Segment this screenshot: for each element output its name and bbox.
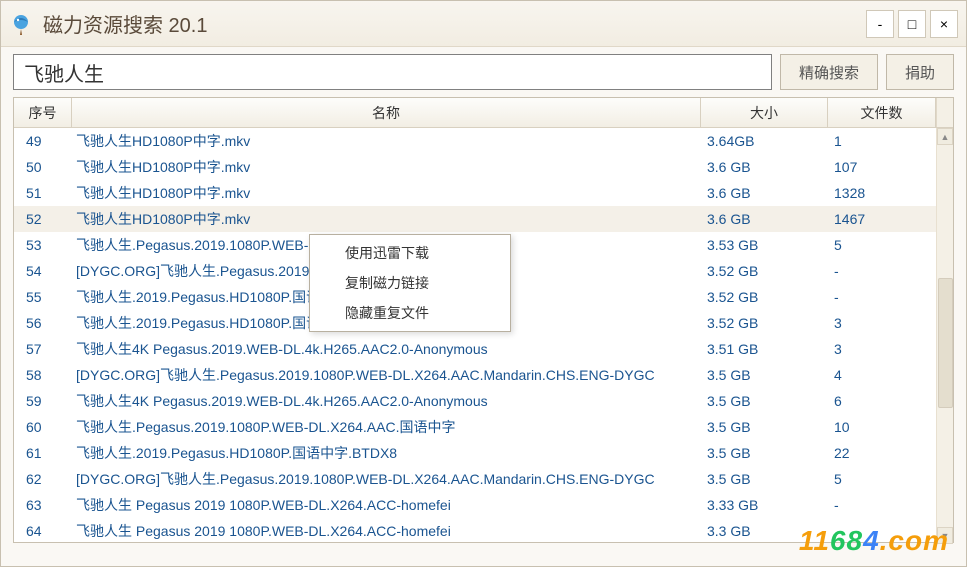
table-row[interactable]: 63飞驰人生 Pegasus 2019 1080P.WEB-DL.X264.AC… — [14, 492, 953, 518]
cell-name: 飞驰人生HD1080P中字.mkv — [72, 157, 701, 177]
table-row[interactable]: 50飞驰人生HD1080P中字.mkv3.6 GB107 — [14, 154, 953, 180]
cell-size: 3.6 GB — [701, 185, 828, 201]
cell-size: 3.51 GB — [701, 341, 828, 357]
menu-hide-duplicates[interactable]: 隐藏重复文件 — [313, 298, 507, 328]
cell-index: 62 — [14, 471, 72, 487]
titlebar[interactable]: 磁力资源搜索 20.1 - □ × — [1, 1, 966, 47]
cell-size: 3.52 GB — [701, 315, 828, 331]
cell-count: - — [828, 263, 936, 279]
cell-name: 飞驰人生HD1080P中字.mkv — [72, 209, 701, 229]
col-header-size[interactable]: 大小 — [701, 98, 828, 127]
cell-size: 3.5 GB — [701, 445, 828, 461]
context-menu: 使用迅雷下载 复制磁力链接 隐藏重复文件 — [309, 234, 511, 332]
cell-name: 飞驰人生.Pegasus.2019.1080P.WEB-DL.X264.AAC.… — [72, 417, 701, 437]
cell-count: 1 — [828, 133, 936, 149]
table-row[interactable]: 51飞驰人生HD1080P中字.mkv3.6 GB1328 — [14, 180, 953, 206]
minimize-button[interactable]: - — [866, 10, 894, 38]
cell-index: 63 — [14, 497, 72, 513]
menu-download-thunder[interactable]: 使用迅雷下载 — [313, 238, 507, 268]
cell-size: 3.5 GB — [701, 419, 828, 435]
search-input[interactable] — [13, 54, 772, 90]
cell-count: 5 — [828, 471, 936, 487]
cell-index: 54 — [14, 263, 72, 279]
table-row[interactable]: 60飞驰人生.Pegasus.2019.1080P.WEB-DL.X264.AA… — [14, 414, 953, 440]
col-header-name[interactable]: 名称 — [72, 98, 701, 127]
app-icon — [9, 12, 33, 36]
menu-copy-magnet[interactable]: 复制磁力链接 — [313, 268, 507, 298]
cell-name: 飞驰人生4K Pegasus.2019.WEB-DL.4k.H265.AAC2.… — [72, 339, 701, 359]
cell-size: 3.5 GB — [701, 471, 828, 487]
table-row[interactable]: 58[DYGC.ORG]飞驰人生.Pegasus.2019.1080P.WEB-… — [14, 362, 953, 388]
table-row[interactable]: 52飞驰人生HD1080P中字.mkv3.6 GB1467 — [14, 206, 953, 232]
cell-size: 3.52 GB — [701, 263, 828, 279]
cell-count: - — [828, 289, 936, 305]
cell-count: - — [828, 497, 936, 513]
cell-index: 58 — [14, 367, 72, 383]
cell-name: 飞驰人生4K Pegasus.2019.WEB-DL.4k.H265.AAC2.… — [72, 391, 701, 411]
table-row[interactable]: 61飞驰人生.2019.Pegasus.HD1080P.国语中字.BTDX83.… — [14, 440, 953, 466]
cell-size: 3.6 GB — [701, 211, 828, 227]
cell-size: 3.52 GB — [701, 289, 828, 305]
cell-name: 飞驰人生 Pegasus 2019 1080P.WEB-DL.X264.ACC-… — [72, 495, 701, 515]
table-row[interactable]: 57飞驰人生4K Pegasus.2019.WEB-DL.4k.H265.AAC… — [14, 336, 953, 362]
window-title: 磁力资源搜索 20.1 — [43, 9, 866, 38]
cell-size: 3.33 GB — [701, 497, 828, 513]
cell-count: 4 — [828, 367, 936, 383]
cell-index: 56 — [14, 315, 72, 331]
watermark: 11684.com — [799, 525, 949, 557]
cell-count: 3 — [828, 315, 936, 331]
table-header: 序号 名称 大小 文件数 — [14, 98, 953, 128]
cell-name: [DYGC.ORG]飞驰人生.Pegasus.2019.1080P.WEB-DL… — [72, 469, 701, 489]
vertical-scrollbar[interactable]: ▲ ▼ — [936, 128, 953, 544]
col-header-count[interactable]: 文件数 — [828, 98, 936, 127]
cell-index: 49 — [14, 133, 72, 149]
cell-name: 飞驰人生HD1080P中字.mkv — [72, 183, 701, 203]
donate-button[interactable]: 捐助 — [886, 54, 954, 90]
table-row[interactable]: 59飞驰人生4K Pegasus.2019.WEB-DL.4k.H265.AAC… — [14, 388, 953, 414]
table-row[interactable]: 49飞驰人生HD1080P中字.mkv3.64GB1 — [14, 128, 953, 154]
col-header-index[interactable]: 序号 — [14, 98, 72, 127]
cell-index: 50 — [14, 159, 72, 175]
exact-search-button[interactable]: 精确搜索 — [780, 54, 878, 90]
cell-index: 59 — [14, 393, 72, 409]
cell-count: 1328 — [828, 185, 936, 201]
cell-name: 飞驰人生 Pegasus 2019 1080P.WEB-DL.X264.ACC-… — [72, 521, 701, 541]
cell-index: 57 — [14, 341, 72, 357]
cell-count: 107 — [828, 159, 936, 175]
close-button[interactable]: × — [930, 10, 958, 38]
cell-index: 55 — [14, 289, 72, 305]
cell-name: 飞驰人生.2019.Pegasus.HD1080P.国语中字.BTDX8 — [72, 443, 701, 463]
cell-index: 64 — [14, 523, 72, 539]
cell-count: 10 — [828, 419, 936, 435]
cell-count: 5 — [828, 237, 936, 253]
cell-index: 51 — [14, 185, 72, 201]
scroll-up-arrow[interactable]: ▲ — [937, 128, 953, 145]
table-body: 49飞驰人生HD1080P中字.mkv3.64GB150飞驰人生HD1080P中… — [14, 128, 953, 544]
scroll-thumb[interactable] — [938, 278, 953, 408]
cell-name: 飞驰人生HD1080P中字.mkv — [72, 131, 701, 151]
cell-index: 52 — [14, 211, 72, 227]
header-scrollbar-spacer — [936, 98, 953, 127]
cell-count: 1467 — [828, 211, 936, 227]
table-row[interactable]: 62[DYGC.ORG]飞驰人生.Pegasus.2019.1080P.WEB-… — [14, 466, 953, 492]
cell-index: 53 — [14, 237, 72, 253]
cell-count: 6 — [828, 393, 936, 409]
cell-index: 61 — [14, 445, 72, 461]
cell-size: 3.53 GB — [701, 237, 828, 253]
cell-name: [DYGC.ORG]飞驰人生.Pegasus.2019.1080P.WEB-DL… — [72, 365, 701, 385]
cell-size: 3.5 GB — [701, 367, 828, 383]
cell-size: 3.5 GB — [701, 393, 828, 409]
maximize-button[interactable]: □ — [898, 10, 926, 38]
cell-index: 60 — [14, 419, 72, 435]
cell-count: 3 — [828, 341, 936, 357]
window-controls: - □ × — [866, 10, 958, 38]
cell-size: 3.6 GB — [701, 159, 828, 175]
cell-count: 22 — [828, 445, 936, 461]
search-bar: 精确搜索 捐助 — [1, 47, 966, 97]
cell-size: 3.64GB — [701, 133, 828, 149]
